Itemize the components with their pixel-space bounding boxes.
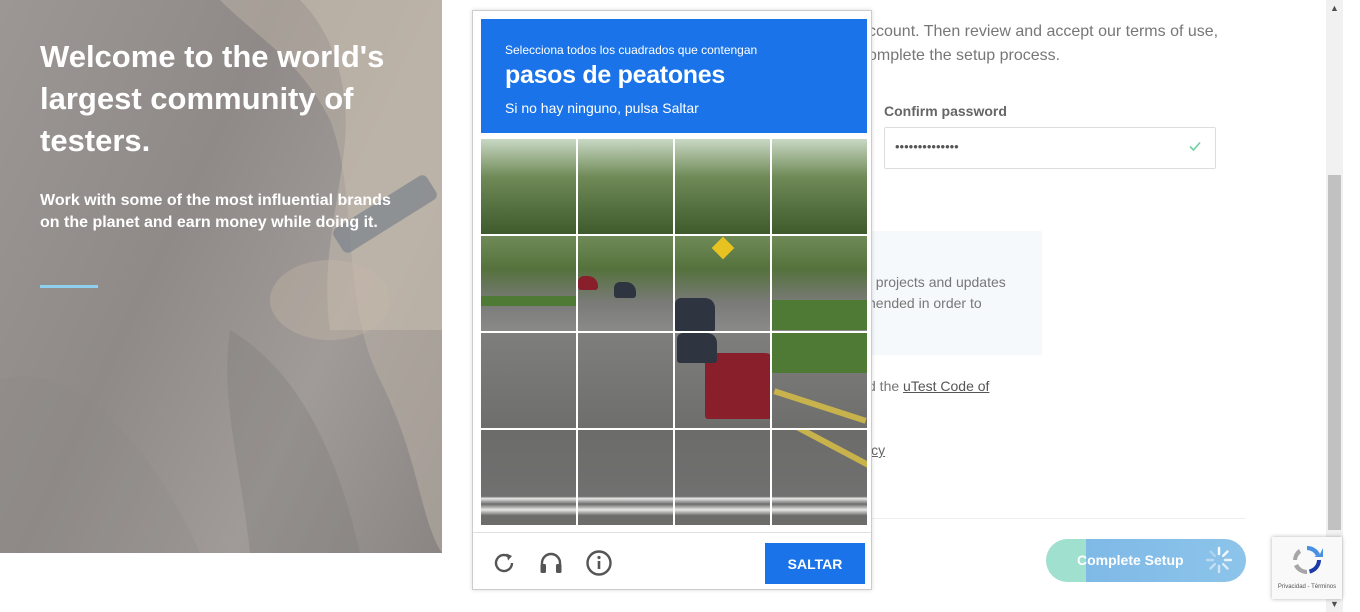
captcha-challenge-dialog: Selecciona todos los cuadrados que conte… [472, 10, 872, 590]
captcha-tile-4[interactable] [772, 139, 867, 234]
audio-icon[interactable] [537, 549, 565, 577]
intro-line-1: ccount. Then review and accept our terms… [868, 23, 1219, 40]
distant-car [614, 282, 636, 298]
captcha-tile-1[interactable] [481, 139, 576, 234]
confirm-password-value: •••••••••••••• [895, 139, 959, 154]
captcha-tile-13[interactable] [481, 430, 576, 525]
captcha-tile-10[interactable] [578, 333, 673, 428]
captcha-tile-8[interactable] [772, 236, 867, 331]
captcha-footer: SALTAR [473, 532, 871, 589]
captcha-target: pasos de peatones [505, 61, 725, 89]
code-of-conduct-line: d the uTest Code of [868, 378, 989, 394]
page: Welcome to the world's largest community… [0, 0, 1360, 612]
complete-setup-button[interactable]: Complete Setup [1046, 539, 1246, 582]
skip-button[interactable]: SALTAR [765, 543, 865, 584]
info-icon[interactable] [585, 549, 613, 577]
reload-icon[interactable] [490, 549, 518, 577]
grass-strip [481, 296, 576, 306]
captcha-tile-14[interactable] [578, 430, 673, 525]
recaptcha-terms-text[interactable]: Privacidad - Términos [1272, 584, 1342, 590]
grass-strip [772, 333, 867, 373]
scroll-down-arrow-icon[interactable]: ▼ [1330, 599, 1339, 609]
curb [773, 388, 867, 424]
captcha-tile-5[interactable] [481, 236, 576, 331]
hero-divider [40, 285, 98, 288]
captcha-tile-12[interactable] [772, 333, 867, 428]
hero-panel: Welcome to the world's largest community… [0, 0, 442, 553]
road-sign [711, 236, 735, 260]
scroll-up-arrow-icon[interactable]: ▲ [1330, 3, 1339, 13]
confirm-password-field[interactable]: •••••••••••••• [884, 127, 1216, 169]
captcha-hint: Si no hay ninguno, pulsa Saltar [505, 100, 699, 116]
valid-check-icon [1189, 141, 1201, 152]
captcha-tile-7[interactable] [675, 236, 770, 331]
hero-title: Welcome to the world's largest community… [40, 39, 385, 158]
code-of-conduct-link[interactable]: uTest Code of [903, 378, 989, 394]
hero-subtitle: Work with some of the most influential b… [40, 192, 391, 231]
intro-line-2: omplete the setup process. [868, 47, 1061, 64]
captcha-tile-16[interactable] [772, 430, 867, 525]
distant-car [578, 276, 598, 290]
parked-car [677, 333, 717, 363]
confirm-password-label: Confirm password [884, 103, 1007, 119]
recaptcha-logo-icon [1293, 545, 1323, 575]
captcha-tile-15[interactable] [675, 430, 770, 525]
captcha-instruction: Selecciona todos los cuadrados que conte… [505, 43, 758, 57]
setup-intro-text: ccount. Then review and accept our terms… [868, 20, 1218, 68]
captcha-tile-2[interactable] [578, 139, 673, 234]
scroll-thumb[interactable] [1328, 175, 1341, 530]
captcha-header: Selecciona todos los cuadrados que conte… [481, 19, 867, 133]
page-scrollbar[interactable]: ▲ ▼ [1326, 0, 1343, 612]
parked-car [675, 298, 715, 331]
captcha-tile-6[interactable] [578, 236, 673, 331]
code-prefix: d the [868, 378, 904, 394]
info-box-text: t projects and updates nended in order t… [868, 274, 1006, 311]
captcha-tile-11[interactable] [675, 333, 770, 428]
captcha-tile-9[interactable] [481, 333, 576, 428]
complete-setup-label: Complete Setup [1077, 552, 1184, 568]
grass-strip [772, 300, 867, 330]
form-divider [866, 518, 1246, 519]
recaptcha-badge[interactable]: Privacidad - Términos [1272, 537, 1342, 599]
captcha-tile-3[interactable] [675, 139, 770, 234]
loading-spinner-icon [1205, 546, 1233, 574]
curb [777, 430, 867, 472]
captcha-tile-grid [481, 139, 867, 525]
